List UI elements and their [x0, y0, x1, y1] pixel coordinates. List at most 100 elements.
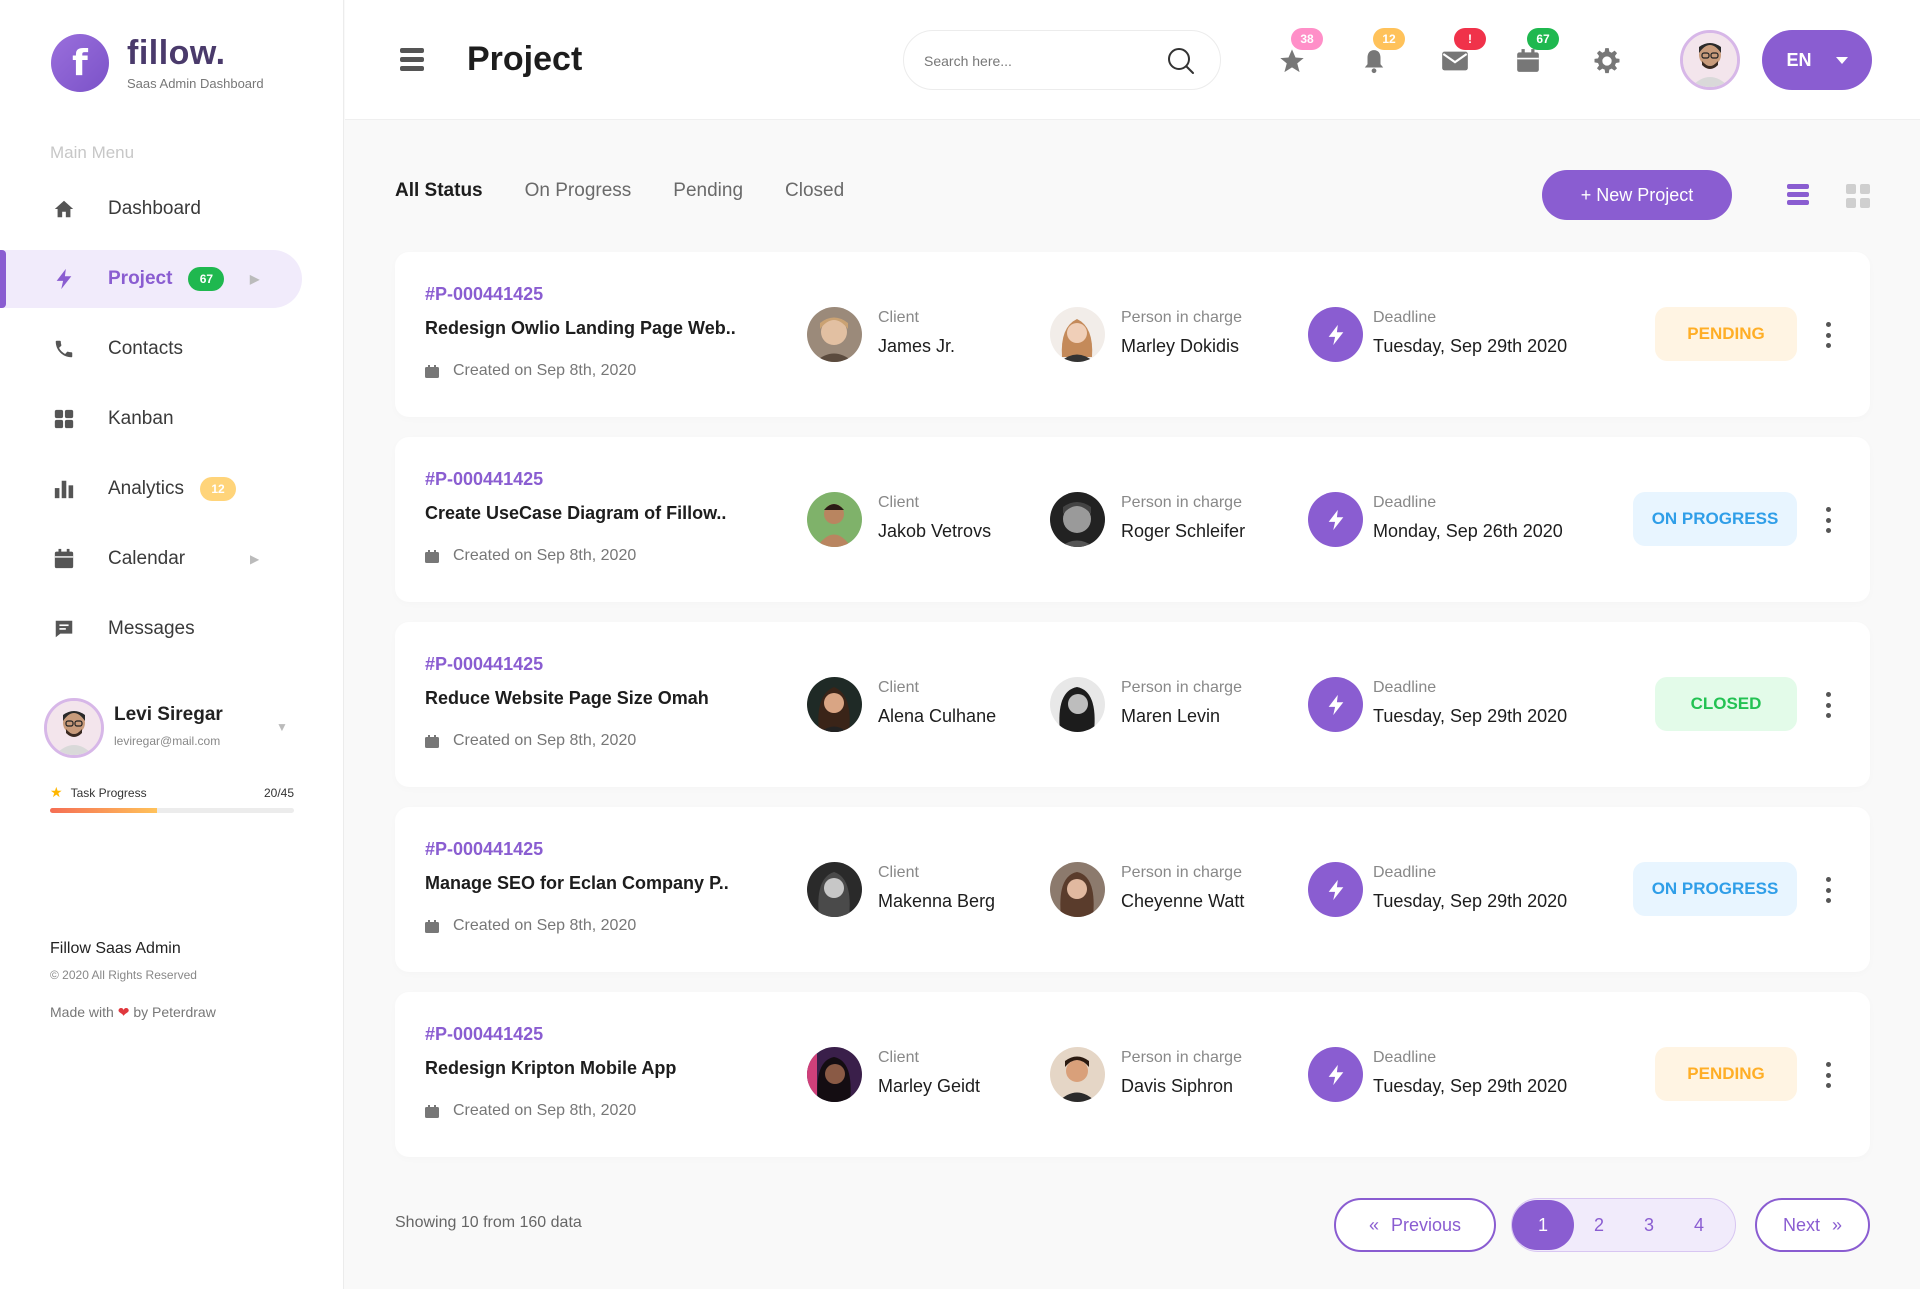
user-email: leviregar@mail.com [114, 734, 221, 748]
sidebar-item-messages[interactable]: Messages [0, 600, 344, 658]
sidebar-item-kanban[interactable]: Kanban [0, 390, 344, 448]
footer-made-suffix: by Peterdraw [133, 1004, 216, 1020]
more-options-icon[interactable] [1825, 1062, 1831, 1088]
avatar [44, 698, 104, 758]
page-number-4[interactable]: 4 [1674, 1200, 1724, 1250]
bolt-icon [1308, 677, 1363, 732]
person-label: Person in charge [1121, 864, 1242, 881]
sidebar-item-analytics[interactable]: Analytics 12 [0, 460, 344, 518]
star-icon [1280, 49, 1304, 73]
notifications-button[interactable]: 12 [1359, 28, 1405, 76]
sidebar-item-project[interactable]: Project 67 ▶ [0, 250, 344, 308]
calendar-icon [1517, 49, 1539, 72]
messages-button[interactable]: ! [1440, 28, 1486, 76]
project-created-text: Created on Sep 8th, 2020 [453, 362, 637, 379]
sidebar-item-contacts[interactable]: Contacts [0, 320, 344, 378]
grid-icon [50, 405, 78, 433]
more-options-icon[interactable] [1825, 692, 1831, 718]
footer-credit: Made with ❤ by Peterdraw [50, 1004, 216, 1021]
calendar-icon [425, 919, 439, 933]
project-title[interactable]: Redesign Kripton Mobile App [425, 1058, 755, 1079]
chevron-down-icon[interactable]: ▼ [276, 720, 288, 734]
project-id[interactable]: #P-000441425 [425, 469, 543, 490]
project-card[interactable]: #P-000441425 Create UseCase Diagram of F… [395, 437, 1870, 602]
user-name: Levi Siregar [114, 704, 223, 725]
page-number-1[interactable]: 1 [1512, 1200, 1574, 1250]
star-icon: ★ [50, 784, 63, 800]
chevron-right-icon: ▶ [250, 552, 260, 566]
profile-avatar[interactable] [1680, 30, 1740, 90]
task-progress-fill [50, 808, 158, 813]
client-avatar [807, 677, 862, 732]
caret-down-icon [1835, 56, 1848, 64]
tab-pending[interactable]: Pending [673, 180, 743, 202]
sidebar-item-label: Calendar [108, 548, 186, 569]
more-options-icon[interactable] [1825, 507, 1831, 533]
brand-subtitle: Saas Admin Dashboard [127, 75, 264, 91]
previous-page-button[interactable]: « Previous [1334, 1198, 1496, 1252]
tab-all-status[interactable]: All Status [395, 180, 483, 202]
footer-copyright: © 2020 All Rights Reserved [50, 968, 197, 982]
client-name: Jakob Vetrovs [878, 521, 992, 541]
project-card[interactable]: #P-000441425 Redesign Owlio Landing Page… [395, 252, 1870, 417]
status-badge: PENDING [1655, 307, 1797, 361]
client-label: Client [878, 309, 919, 326]
deadline-label: Deadline [1373, 864, 1437, 881]
previous-label: Previous [1390, 1214, 1462, 1235]
project-id[interactable]: #P-000441425 [425, 1024, 543, 1045]
project-id[interactable]: #P-000441425 [425, 284, 543, 305]
project-title[interactable]: Create UseCase Diagram of Fillow.. [425, 503, 755, 524]
project-created: Created on Sep 8th, 2020 [425, 547, 636, 565]
project-list: #P-000441425 Redesign Owlio Landing Page… [395, 252, 1870, 1177]
new-project-button[interactable]: + New Project [1542, 170, 1732, 220]
person-avatar [1050, 492, 1105, 547]
pagination-summary: Showing 10 from 160 data [395, 1214, 582, 1231]
tab-closed[interactable]: Closed [785, 180, 844, 202]
language-selector[interactable]: EN [1762, 30, 1872, 90]
search-icon[interactable] [1166, 46, 1196, 76]
project-title[interactable]: Reduce Website Page Size Omah [425, 688, 755, 709]
grid-view-icon[interactable] [1846, 184, 1870, 208]
person-label: Person in charge [1121, 679, 1242, 696]
project-card[interactable]: #P-000441425 Reduce Website Page Size Om… [395, 622, 1870, 787]
sidebar-item-calendar[interactable]: Calendar ▶ [0, 530, 344, 588]
calendar-button[interactable]: 67 [1513, 28, 1559, 76]
client-avatar [807, 492, 862, 547]
sidebar-item-label: Kanban [108, 408, 174, 429]
sidebar-item-label: Contacts [108, 338, 183, 359]
sidebar: f fillow. Saas Admin Dashboard Main Menu… [0, 0, 344, 1289]
favorites-button[interactable]: 38 [1277, 28, 1323, 76]
project-card[interactable]: #P-000441425 Manage SEO for Eclan Compan… [395, 807, 1870, 972]
person-avatar [1050, 1047, 1105, 1102]
messages-badge: ! [1454, 28, 1486, 50]
person-avatar [1050, 862, 1105, 917]
list-view-icon[interactable] [1787, 184, 1809, 208]
sidebar-item-dashboard[interactable]: Dashboard [0, 180, 344, 238]
favorites-badge: 38 [1291, 28, 1323, 50]
settings-button[interactable] [1592, 46, 1622, 76]
person-label: Person in charge [1121, 494, 1242, 511]
project-created: Created on Sep 8th, 2020 [425, 732, 636, 750]
menu-toggle-icon[interactable] [400, 48, 424, 75]
brand[interactable]: f fillow. Saas Admin Dashboard [51, 34, 264, 92]
sidebar-item-label: Analytics [108, 478, 185, 499]
deadline-date: Tuesday, Sep 29th 2020 [1373, 891, 1568, 911]
project-id[interactable]: #P-000441425 [425, 654, 543, 675]
next-page-button[interactable]: Next » [1755, 1198, 1870, 1252]
bar-chart-icon [50, 475, 78, 503]
top-header: Project 38 12 ! 67 EN [345, 0, 1920, 120]
tab-on-progress[interactable]: On Progress [525, 180, 632, 202]
page-number-2[interactable]: 2 [1574, 1200, 1624, 1250]
more-options-icon[interactable] [1825, 877, 1831, 903]
project-id[interactable]: #P-000441425 [425, 839, 543, 860]
project-title[interactable]: Manage SEO for Eclan Company P.. [425, 873, 755, 894]
search-input[interactable] [924, 49, 1144, 73]
project-created-text: Created on Sep 8th, 2020 [453, 732, 637, 749]
project-title[interactable]: Redesign Owlio Landing Page Web.. [425, 318, 755, 339]
calendar-badge: 67 [1527, 28, 1559, 50]
gear-icon [1594, 48, 1620, 74]
project-card[interactable]: #P-000441425 Redesign Kripton Mobile App… [395, 992, 1870, 1157]
page-number-3[interactable]: 3 [1624, 1200, 1674, 1250]
more-options-icon[interactable] [1825, 322, 1831, 348]
bolt-icon [1308, 1047, 1363, 1102]
